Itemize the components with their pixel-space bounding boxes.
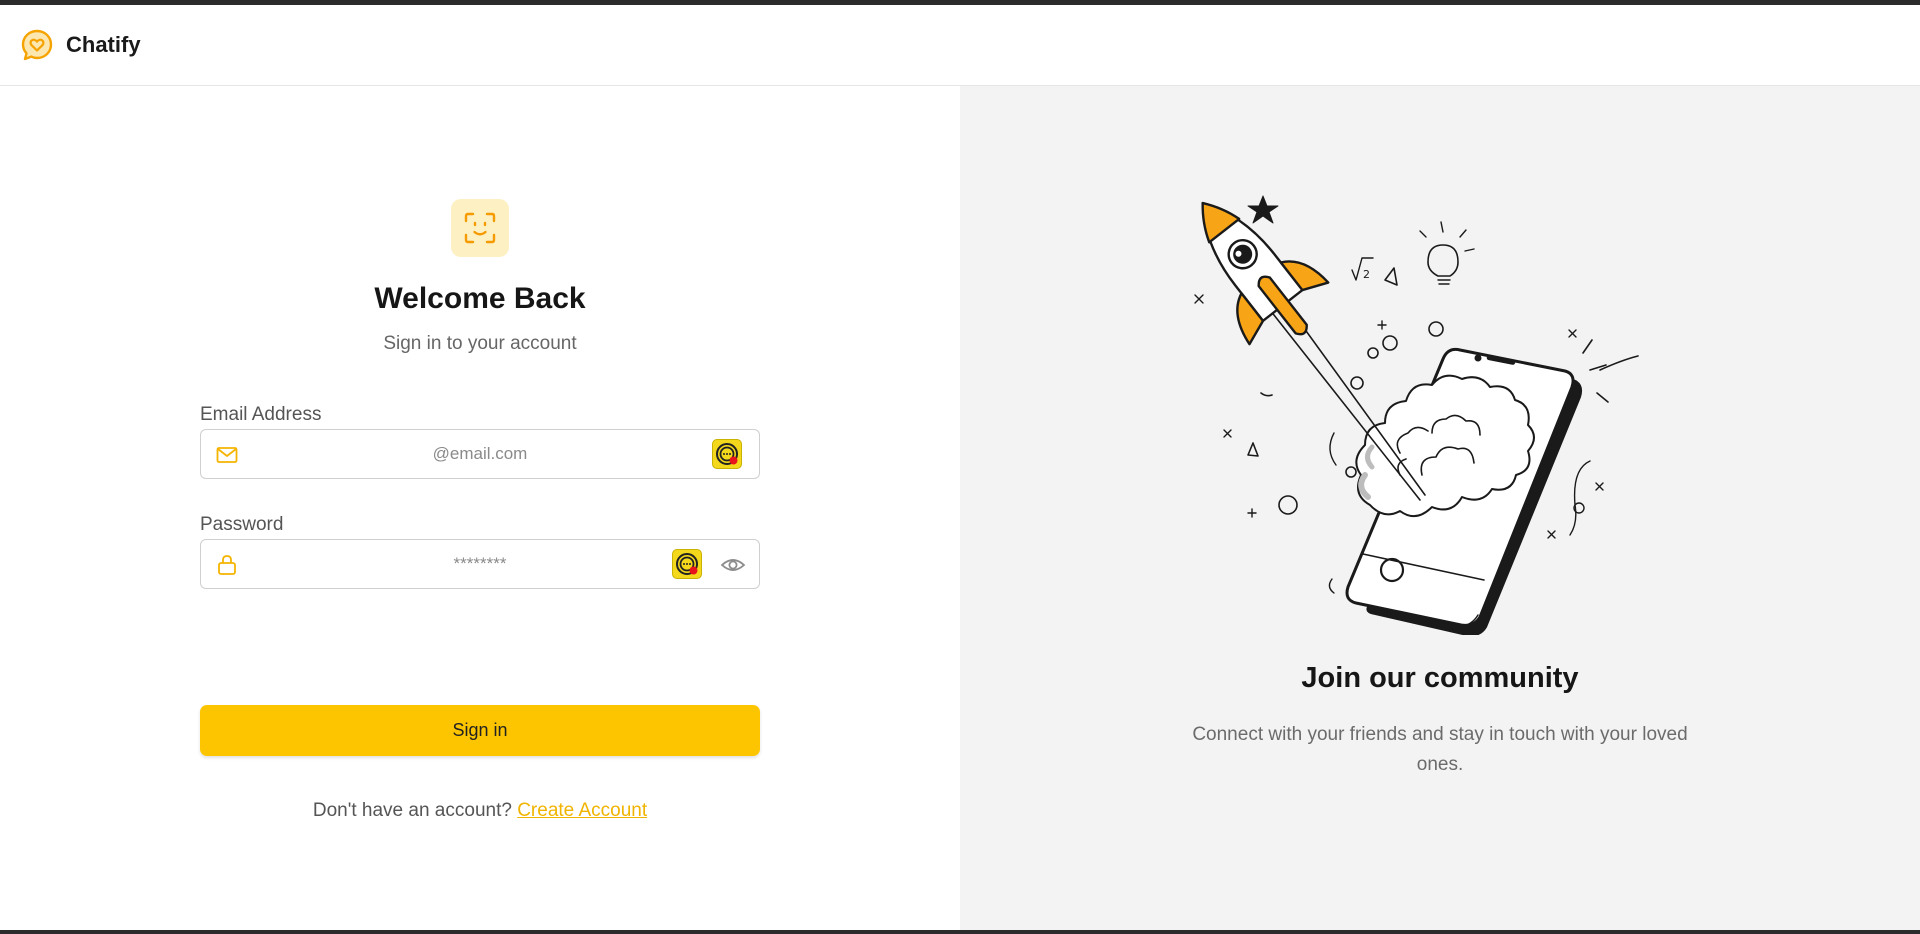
email-label: Email Address [200, 404, 322, 425]
create-account-link[interactable]: Create Account [517, 800, 647, 821]
window-bottom-border [0, 930, 1920, 934]
rocket-launching-from-phone-illustration: 2 [1194, 195, 1639, 635]
email-input[interactable] [201, 430, 759, 478]
chat-heart-icon [21, 29, 53, 61]
password-label: Password [200, 514, 284, 535]
signup-row: Don't have an account? Create Account [0, 800, 960, 822]
signin-button[interactable]: Sign in [200, 705, 760, 756]
svg-text:2: 2 [1363, 268, 1370, 281]
page-subtitle: Sign in to your account [383, 333, 577, 354]
face-scan-icon [464, 212, 496, 244]
password-field[interactable] [200, 539, 760, 589]
face-scan-badge [451, 199, 509, 257]
eye-icon[interactable] [720, 553, 746, 577]
password-manager-extension-icon[interactable] [672, 549, 702, 579]
password-manager-extension-icon[interactable] [712, 439, 742, 469]
mail-icon [216, 447, 238, 463]
promo-text: Connect with your friends and stay in to… [1192, 724, 1688, 775]
brand[interactable]: Chatify [20, 28, 141, 62]
login-panel: Welcome Back Sign in to your account Ema… [0, 86, 960, 930]
signup-prompt: Don't have an account? [312, 800, 512, 821]
brand-name: Chatify [66, 32, 141, 57]
page-title: Welcome Back [374, 282, 586, 315]
promo-title: Join our community [1301, 662, 1579, 694]
lock-icon [218, 555, 236, 575]
email-field[interactable] [200, 429, 760, 479]
navbar: Chatify [0, 5, 1920, 86]
